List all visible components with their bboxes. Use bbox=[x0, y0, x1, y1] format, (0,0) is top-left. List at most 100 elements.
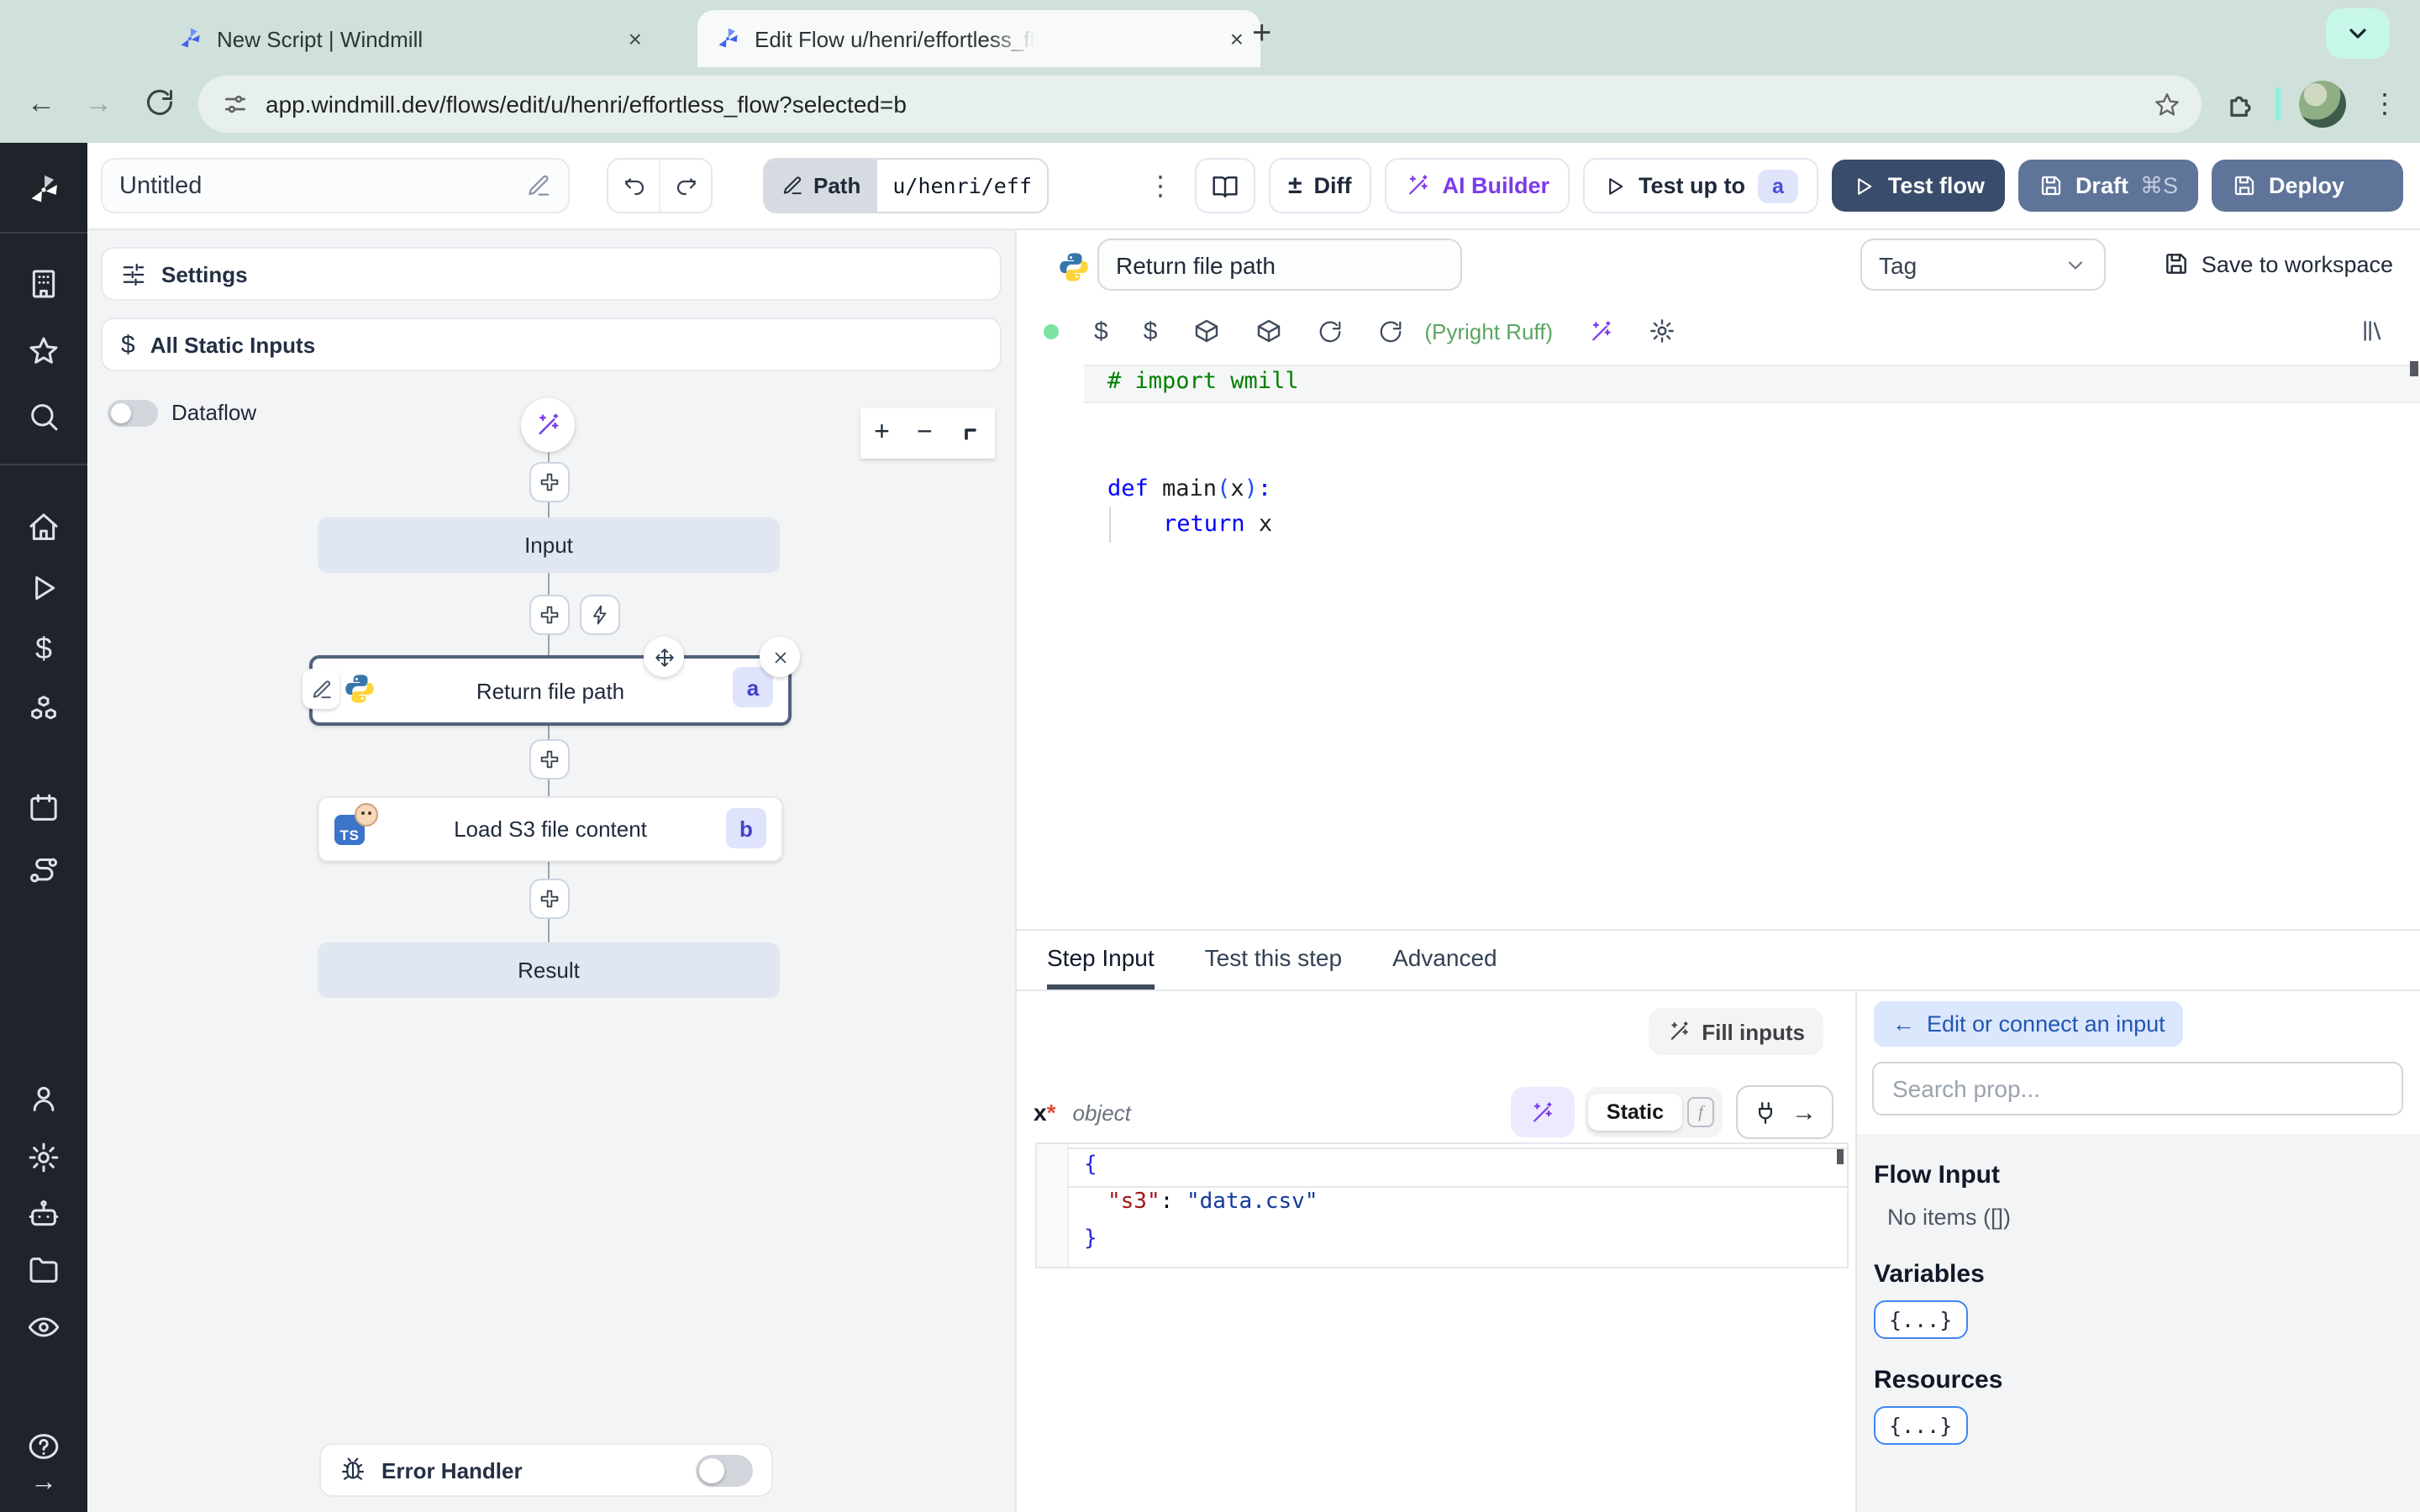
tab-test-this-step[interactable]: Test this step bbox=[1205, 931, 1342, 990]
edit-pencil-icon[interactable] bbox=[526, 173, 551, 198]
tab-search-button[interactable] bbox=[2326, 8, 2390, 59]
package-icon[interactable] bbox=[1255, 318, 1281, 344]
browser-tab-active[interactable]: Edit Flow u/henri/effortless_fl × bbox=[697, 10, 1260, 67]
sidebar-item-settings[interactable] bbox=[27, 1141, 60, 1174]
tab-advanced[interactable]: Advanced bbox=[1392, 931, 1497, 990]
zoom-in-button[interactable]: + bbox=[874, 418, 890, 449]
sidebar-item-schedules[interactable] bbox=[27, 791, 60, 825]
reload-icon[interactable] bbox=[1317, 318, 1342, 344]
insert-step-button[interactable] bbox=[529, 595, 570, 635]
delete-step-button[interactable] bbox=[760, 637, 800, 677]
wand-sparkles-icon[interactable] bbox=[1588, 318, 1613, 344]
insert-step-button[interactable] bbox=[529, 739, 570, 780]
undo-button[interactable] bbox=[608, 160, 659, 212]
redo-button[interactable] bbox=[659, 160, 711, 212]
expression-mode-button[interactable]: f bbox=[1682, 1097, 1719, 1127]
flow-step-node-a[interactable]: Return file path a bbox=[302, 637, 800, 726]
toolbar-kebab-menu[interactable]: ⋮ bbox=[1140, 169, 1181, 202]
back-button[interactable]: ← bbox=[27, 87, 55, 121]
zoom-out-button[interactable]: − bbox=[917, 418, 933, 449]
avatar[interactable] bbox=[2299, 81, 2346, 128]
path-button[interactable]: Path bbox=[765, 160, 878, 212]
variables-icon[interactable]: $ bbox=[1094, 317, 1108, 345]
edit-step-button[interactable] bbox=[302, 669, 339, 709]
sidebar-item-audit-logs[interactable] bbox=[27, 1310, 60, 1344]
search-prop-input[interactable] bbox=[1872, 1062, 2403, 1116]
sidebar-item-favorites[interactable] bbox=[27, 334, 60, 368]
dataflow-toggle[interactable] bbox=[108, 400, 158, 427]
code-scrollbar-thumb[interactable] bbox=[2410, 361, 2418, 376]
reload-button[interactable] bbox=[145, 87, 175, 118]
sidebar-item-home[interactable] bbox=[27, 511, 60, 544]
ai-flow-button[interactable] bbox=[521, 398, 575, 452]
extensions-button[interactable] bbox=[2225, 87, 2257, 119]
windmill-logo[interactable] bbox=[25, 171, 62, 208]
test-up-to-button[interactable]: Test up to a bbox=[1583, 158, 1819, 213]
tab-close-icon[interactable]: × bbox=[629, 27, 642, 50]
tab-step-input[interactable]: Step Input bbox=[1047, 931, 1155, 990]
deploy-button[interactable]: Deploy bbox=[2212, 160, 2403, 212]
json-scrollbar-thumb[interactable] bbox=[1837, 1149, 1844, 1164]
path-selector[interactable]: Path u/henri/eff bbox=[763, 158, 1049, 213]
reload-icon[interactable] bbox=[1377, 318, 1402, 344]
move-step-button[interactable] bbox=[644, 637, 684, 677]
fill-inputs-button[interactable]: Fill inputs bbox=[1648, 1008, 1823, 1055]
insert-step-button[interactable] bbox=[529, 879, 570, 919]
resources-object-chip[interactable]: {...} bbox=[1874, 1406, 1968, 1445]
error-handler-toggle[interactable] bbox=[696, 1454, 753, 1486]
variables-object-chip[interactable]: {...} bbox=[1874, 1300, 1968, 1339]
sidebar-item-users[interactable] bbox=[27, 1082, 60, 1116]
test-flow-button[interactable]: Test flow bbox=[1832, 160, 2005, 212]
docs-button[interactable] bbox=[1194, 158, 1255, 213]
forward-button[interactable]: → bbox=[84, 87, 113, 121]
all-static-inputs-button[interactable]: $ All Static Inputs bbox=[101, 318, 1002, 371]
code-editor[interactable]: # import wmill def main(x): return x bbox=[1017, 358, 2420, 929]
connect-input-group: → bbox=[1736, 1085, 1833, 1139]
sidebar-item-runs[interactable] bbox=[27, 571, 60, 605]
sidebar-item-workspace[interactable] bbox=[27, 267, 60, 301]
arrow-right-icon[interactable]: → bbox=[1791, 1098, 1817, 1126]
flow-settings-button[interactable]: Settings bbox=[101, 247, 1002, 301]
plug-icon[interactable] bbox=[1753, 1100, 1778, 1125]
tab-title: Edit Flow u/henri/effortless_fl bbox=[755, 26, 1035, 51]
diff-button[interactable]: ± Diff bbox=[1268, 158, 1372, 213]
bookmark-star-icon[interactable] bbox=[2153, 90, 2181, 118]
fullscreen-icon[interactable] bbox=[960, 423, 981, 444]
sidebar-item-help[interactable] bbox=[27, 1430, 60, 1463]
flow-step-node-b[interactable]: TS Load S3 file content b bbox=[318, 796, 783, 862]
flow-name-field[interactable]: Untitled bbox=[101, 158, 570, 213]
sidebar-item-variables[interactable]: $ bbox=[27, 632, 60, 665]
site-info-icon[interactable] bbox=[222, 91, 249, 118]
url-bar[interactable]: app.windmill.dev/flows/edit/u/henri/effo… bbox=[198, 76, 2202, 133]
flow-input-node[interactable]: Input bbox=[318, 517, 780, 573]
static-mode-pill[interactable]: Static bbox=[1587, 1094, 1682, 1131]
edit-or-connect-button[interactable]: ← Edit or connect an input bbox=[1874, 1001, 2184, 1047]
ai-builder-button[interactable]: AI Builder bbox=[1385, 158, 1570, 213]
flow-result-node[interactable]: Result bbox=[318, 942, 780, 998]
browser-menu-kebab[interactable]: ⋮ bbox=[2371, 87, 2398, 121]
tab-close-icon[interactable]: × bbox=[1230, 27, 1244, 50]
sidebar-item-folders[interactable] bbox=[27, 1253, 60, 1287]
edit-or-connect-label: Edit or connect an input bbox=[1927, 1011, 2165, 1037]
gear-icon[interactable] bbox=[1649, 318, 1676, 344]
ai-fill-button[interactable] bbox=[1510, 1087, 1575, 1137]
sidebar-item-search[interactable] bbox=[27, 400, 60, 433]
sidebar-item-resources[interactable] bbox=[27, 692, 60, 726]
sidebar-item-workers[interactable] bbox=[27, 1198, 60, 1231]
resources-icon[interactable]: $ bbox=[1144, 317, 1158, 345]
package-icon[interactable] bbox=[1192, 318, 1219, 344]
sidebar-item-flows[interactable] bbox=[27, 853, 60, 887]
sidebar-expand-arrow[interactable]: → bbox=[27, 1468, 60, 1502]
draft-button[interactable]: Draft ⌘S bbox=[2018, 160, 2198, 212]
browser-tab-inactive[interactable]: New Script | Windmill × bbox=[160, 10, 659, 67]
json-input-editor[interactable]: { "s3": "data.csv" } bbox=[1035, 1142, 1849, 1268]
insert-step-button[interactable] bbox=[529, 462, 570, 502]
error-handler-card[interactable]: Error Handler bbox=[319, 1443, 773, 1497]
tag-select[interactable]: Tag bbox=[1860, 239, 2106, 291]
insert-trigger-button[interactable] bbox=[580, 595, 620, 635]
new-tab-button[interactable]: + bbox=[1252, 15, 1271, 54]
library-icon[interactable] bbox=[2360, 318, 2386, 344]
save-to-workspace-button[interactable]: Save to workspace bbox=[2163, 250, 2393, 277]
plus-cross-icon bbox=[538, 887, 561, 911]
step-name-input[interactable] bbox=[1097, 239, 1462, 291]
